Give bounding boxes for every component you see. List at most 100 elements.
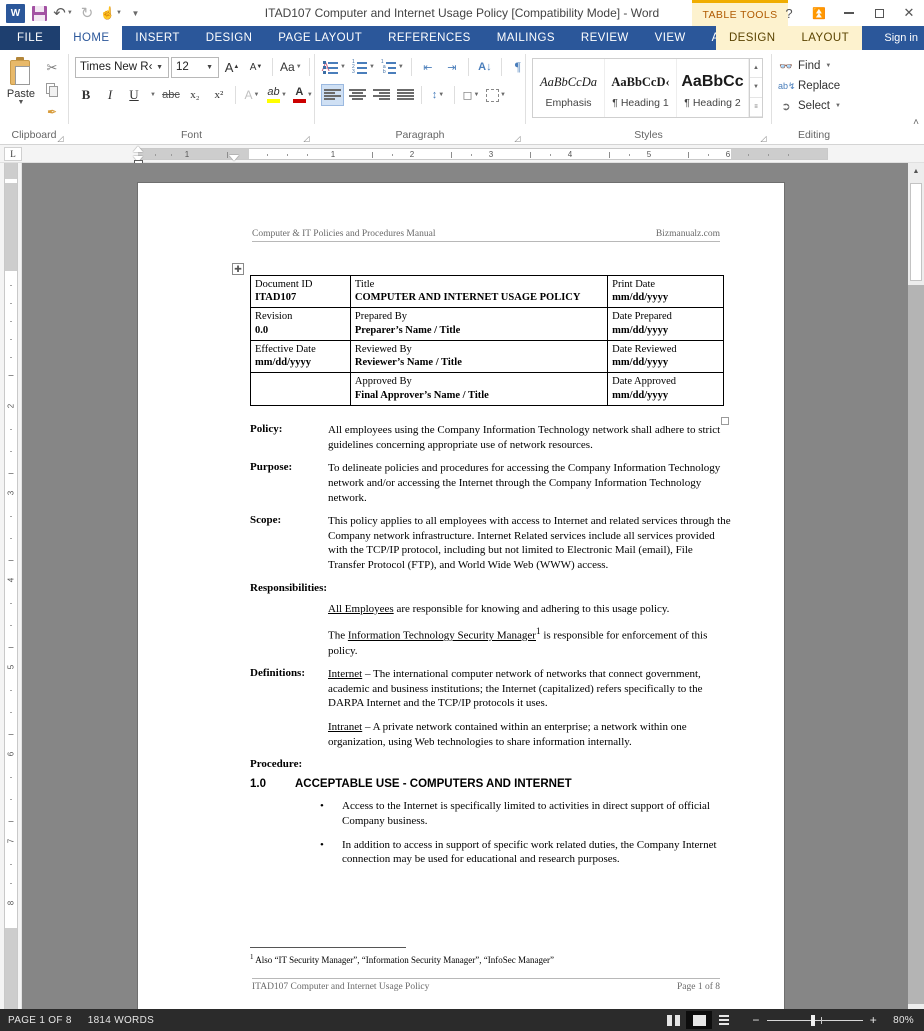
format-painter-button[interactable]: ✒ [42, 102, 62, 121]
read-mode-view-button[interactable] [660, 1011, 686, 1029]
clipboard-dialog-launcher[interactable]: ◿ [56, 134, 65, 143]
vertical-ruler-track[interactable]: 2 3 4 5 6 7 8 [4, 163, 18, 1020]
styles-more-button[interactable]: ≡ [750, 98, 762, 117]
touch-mode-button[interactable]: ☝ ▼ [100, 2, 122, 24]
copy-button[interactable] [42, 80, 62, 99]
cut-button[interactable]: ✂ [42, 58, 62, 77]
tab-mailings[interactable]: MAILINGS [484, 26, 568, 50]
line-spacing-button[interactable]: ↕ ▼ [427, 84, 449, 106]
table-cell-print-date[interactable]: Print Date mm/dd/yyyy [608, 276, 724, 308]
sign-in-link[interactable]: Sign in [884, 26, 918, 50]
styles-scroll-down-button[interactable]: ▼ [750, 78, 762, 97]
table-row[interactable]: Approved By Final Approver’s Name / Titl… [251, 373, 724, 405]
tab-file[interactable]: FILE [0, 26, 60, 50]
document-body[interactable]: Policy: All employees using the Company … [250, 423, 732, 876]
tab-table-design[interactable]: DESIGN [716, 26, 789, 50]
table-cell-empty[interactable] [251, 373, 351, 405]
table-cell-prepared-by[interactable]: Prepared By Preparer’s Name / Title [350, 308, 607, 340]
italic-button[interactable]: I [99, 84, 121, 106]
zoom-level-label[interactable]: 80% [884, 1015, 914, 1026]
ribbon-display-options-button[interactable]: ⏫ [804, 1, 834, 25]
subscript-button[interactable]: x₂ [184, 84, 206, 106]
font-size-combo[interactable]: 12 ▼ [171, 57, 219, 78]
sort-button[interactable]: A↓ [474, 56, 496, 78]
horizontal-ruler-track[interactable]: 1 1 2 3 4 5 6 [138, 148, 828, 160]
table-cell-reviewed-by[interactable]: Reviewed By Reviewer’s Name / Title [350, 340, 607, 372]
scrollbar-page-region[interactable] [908, 285, 924, 1004]
zoom-slider-thumb[interactable] [811, 1015, 815, 1026]
scrollbar-thumb[interactable] [910, 183, 922, 281]
align-left-button[interactable] [321, 84, 344, 106]
grow-font-button[interactable]: A▲ [221, 56, 243, 78]
decrease-indent-button[interactable]: ⇤ [417, 56, 439, 78]
tab-references[interactable]: REFERENCES [375, 26, 484, 50]
shrink-font-button[interactable]: A▼ [245, 56, 267, 78]
style-heading-2[interactable]: AaBbCc ¶ Heading 2 [677, 59, 749, 117]
undo-button[interactable]: ↶ ▼ [52, 2, 74, 24]
font-dialog-launcher[interactable]: ◿ [302, 134, 311, 143]
increase-indent-button[interactable]: ⇥ [441, 56, 463, 78]
tab-review[interactable]: REVIEW [568, 26, 642, 50]
web-layout-view-button[interactable] [712, 1011, 738, 1029]
align-center-button[interactable] [346, 84, 368, 106]
align-right-button[interactable] [370, 84, 392, 106]
table-cell-effective-date[interactable]: Effective Date mm/dd/yyyy [251, 340, 351, 372]
table-cell-approved-by[interactable]: Approved By Final Approver’s Name / Titl… [350, 373, 607, 405]
table-move-handle[interactable]: ✚ [232, 263, 244, 275]
customize-quick-access-button[interactable]: ▼ [124, 2, 146, 24]
table-cell-document-id[interactable]: Document ID ITAD107 [251, 276, 351, 308]
replace-button[interactable]: ab↯ Replace [772, 76, 840, 96]
table-cell-title[interactable]: Title COMPUTER AND INTERNET USAGE POLICY [350, 276, 607, 308]
zoom-slider-track[interactable] [767, 1020, 863, 1021]
change-case-button[interactable]: Aa ▼ [278, 56, 304, 78]
zoom-in-button[interactable]: + [870, 1014, 877, 1026]
underline-dropdown[interactable]: ▼ [147, 84, 158, 106]
close-button[interactable]: ✕ [894, 1, 924, 25]
scrollbar-track[interactable] [908, 179, 924, 1004]
document-page[interactable]: Computer & IT Policies and Procedures Ma… [138, 183, 784, 1020]
document-info-table[interactable]: Document ID ITAD107 Title COMPUTER AND I… [250, 275, 724, 406]
tab-design[interactable]: DESIGN [193, 26, 266, 50]
tab-insert[interactable]: INSERT [122, 26, 192, 50]
styles-dialog-launcher[interactable]: ◿ [759, 134, 768, 143]
scroll-up-button[interactable]: ▲ [908, 163, 924, 179]
print-layout-view-button[interactable] [686, 1011, 712, 1029]
table-row[interactable]: Effective Date mm/dd/yyyy Reviewed By Re… [251, 340, 724, 372]
table-row[interactable]: Document ID ITAD107 Title COMPUTER AND I… [251, 276, 724, 308]
help-button[interactable]: ? [774, 1, 804, 25]
table-cell-date-approved[interactable]: Date Approved mm/dd/yyyy [608, 373, 724, 405]
select-button[interactable]: ➲ Select ▼ [772, 96, 841, 116]
horizontal-ruler[interactable]: L 1 1 2 3 4 5 6 [0, 145, 924, 163]
shading-button[interactable]: ◻ ▼ [460, 84, 482, 106]
tab-page-layout[interactable]: PAGE LAYOUT [265, 26, 375, 50]
table-cell-date-prepared[interactable]: Date Prepared mm/dd/yyyy [608, 308, 724, 340]
table-cell-revision[interactable]: Revision 0.0 [251, 308, 351, 340]
numbering-button[interactable]: 1 2 3 ▼ [350, 56, 377, 78]
tab-table-layout[interactable]: LAYOUT [788, 26, 862, 50]
minimize-button[interactable] [834, 1, 864, 25]
paste-button[interactable]: Paste ▼ [0, 55, 42, 106]
underline-button[interactable]: U [123, 84, 145, 106]
zoom-out-button[interactable]: − [752, 1014, 759, 1026]
table-cell-date-reviewed[interactable]: Date Reviewed mm/dd/yyyy [608, 340, 724, 372]
font-name-combo[interactable]: Times New R‹ ▼ [75, 57, 169, 78]
text-effects-button[interactable]: A ▼ [241, 84, 263, 106]
style-emphasis[interactable]: AaBbCcDa Emphasis [533, 59, 605, 117]
collapse-ribbon-button[interactable]: ˄ [913, 117, 919, 128]
font-color-button[interactable]: A ▼ [291, 84, 315, 106]
highlight-button[interactable]: ab ▼ [265, 84, 289, 106]
tab-home[interactable]: HOME [60, 26, 122, 50]
save-button[interactable] [28, 2, 50, 24]
tab-stop-selector[interactable]: L [4, 147, 22, 161]
vertical-scrollbar[interactable]: ▲ ▼ [908, 163, 924, 1020]
style-heading-1[interactable]: AaBbCcD‹ ¶ Heading 1 [605, 59, 677, 117]
redo-button[interactable]: ↻ [76, 2, 98, 24]
vertical-ruler[interactable]: 2 3 4 5 6 7 8 [0, 163, 22, 1020]
tab-view[interactable]: VIEW [642, 26, 699, 50]
justify-button[interactable] [394, 84, 416, 106]
bold-button[interactable]: B [75, 84, 97, 106]
bullets-button[interactable]: ▼ [321, 56, 348, 78]
table-row[interactable]: Revision 0.0 Prepared By Preparer’s Name… [251, 308, 724, 340]
superscript-button[interactable]: x² [208, 84, 230, 106]
page-canvas[interactable]: Computer & IT Policies and Procedures Ma… [22, 163, 924, 1020]
